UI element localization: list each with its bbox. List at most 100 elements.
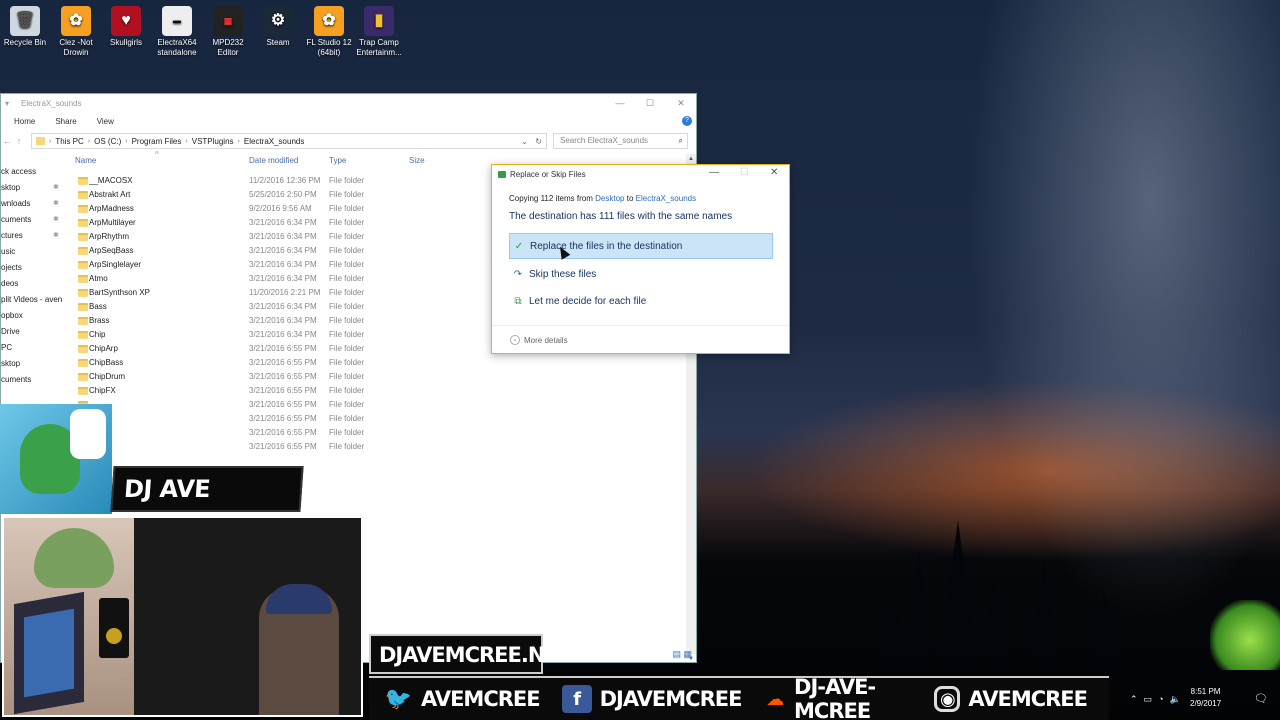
- breadcrumb-os-c[interactable]: OS (C:): [94, 137, 121, 146]
- maximize-button[interactable]: ☐: [635, 94, 665, 112]
- column-header-size[interactable]: Size: [409, 156, 425, 165]
- close-button[interactable]: ✕: [770, 167, 778, 178]
- file-row[interactable]: ChipArp 3/21/2016 6:55 PM File folder: [75, 342, 475, 356]
- nav-item[interactable]: cuments: [1, 372, 63, 388]
- nav-item[interactable]: sktop: [1, 356, 63, 372]
- file-row[interactable]: Chip 3/21/2016 6:34 PM File folder: [75, 328, 475, 342]
- scroll-up-icon[interactable]: ▲: [686, 154, 696, 164]
- file-row[interactable]: ArpSeqBass 3/21/2016 6:34 PM File folder: [75, 244, 475, 258]
- breadcrumb-program-files[interactable]: Program Files: [132, 137, 182, 146]
- file-date: 3/21/2016 6:55 PM: [249, 344, 317, 353]
- nav-item-label: cuments: [1, 215, 32, 224]
- file-name: ArpRhythm: [89, 232, 130, 241]
- breadcrumb-this-pc[interactable]: This PC: [55, 137, 83, 146]
- file-row[interactable]: ArpSinglelayer 3/21/2016 6:34 PM File fold…: [75, 258, 475, 272]
- file-row[interactable]: Abstrakt Art 5/25/2016 2:50 PM File folder: [75, 188, 475, 202]
- desktop-icon-skullgirls[interactable]: ♥ Skullgirls: [101, 6, 151, 48]
- column-header-type[interactable]: Type: [329, 156, 346, 165]
- wifi-icon[interactable]: ◔: [1158, 694, 1163, 705]
- more-details-button[interactable]: ⌄ More details: [510, 335, 568, 345]
- desktop-icon-trap-camp[interactable]: ▮ Trap Camp Entertainm...: [354, 6, 404, 58]
- clock[interactable]: 8:51 PM 2/9/2017: [1190, 686, 1221, 710]
- destination-link[interactable]: ElectraX_sounds: [636, 194, 696, 203]
- file-row[interactable]: ArpRhythm 3/21/2016 6:34 PM File folder: [75, 230, 475, 244]
- skip-files-option[interactable]: ↷ Skip these files: [509, 261, 773, 287]
- pin-icon: ✱: [53, 184, 59, 191]
- address-bar[interactable]: › This PC › OS (C:) › Program Files › VS…: [31, 133, 547, 149]
- file-row[interactable]: 3/21/2016 6:55 PM File folder: [75, 398, 475, 412]
- details-view-icon[interactable]: ▤: [672, 649, 681, 659]
- refresh-icon[interactable]: ↻: [535, 137, 542, 146]
- file-row[interactable]: __MACOSX 11/2/2016 12:36 PM File folder: [75, 174, 475, 188]
- tree-silhouette: [905, 550, 933, 660]
- help-icon[interactable]: ?: [682, 116, 692, 126]
- file-row[interactable]: Atmo 3/21/2016 6:34 PM File folder: [75, 272, 475, 286]
- file-date: 3/21/2016 6:55 PM: [249, 400, 317, 409]
- decide-each-file-option[interactable]: ⧉ Let me decide for each file: [509, 288, 773, 314]
- nav-item[interactable]: deos: [1, 276, 63, 292]
- replace-files-option[interactable]: ✓ Replace the files in the destination: [509, 233, 773, 259]
- minimize-button[interactable]: —: [709, 167, 719, 178]
- search-input[interactable]: Search ElectraX_sounds ⌕: [553, 133, 688, 149]
- file-row[interactable]: ChipBass 3/21/2016 6:55 PM File folder: [75, 356, 475, 370]
- social-handle: AVEMCREE: [421, 687, 541, 711]
- desktop-icon-clez[interactable]: ✿ Clez -Not Drowin: [51, 6, 101, 58]
- desktop-icon-recycle-bin[interactable]: 🗑 Recycle Bin: [0, 6, 50, 48]
- maximize-button: ☐: [740, 167, 749, 178]
- replace-or-skip-dialog[interactable]: Replace or Skip Files — ☐ ✕ Copying 112 …: [491, 164, 790, 354]
- file-row[interactable]: ArpMultilayer 3/21/2016 6:34 PM File folde…: [75, 216, 475, 230]
- chevron-down-icon[interactable]: ⌄: [521, 137, 528, 146]
- file-row[interactable]: ArpMadness 9/2/2016 9:56 AM File folder: [75, 202, 475, 216]
- nav-item[interactable]: plit Videos - aven: [1, 292, 63, 308]
- nav-item[interactable]: PC: [1, 340, 63, 356]
- close-button[interactable]: ✕: [666, 94, 696, 112]
- desktop-icon-fl-studio[interactable]: ✿ FL Studio 12 (64bit): [304, 6, 354, 58]
- pin-icon: ✱: [53, 232, 59, 239]
- nav-item[interactable]: ojects: [1, 260, 63, 276]
- nav-item[interactable]: sktop ✱: [1, 180, 63, 196]
- up-arrow-icon[interactable]: ↑: [13, 136, 25, 146]
- file-row[interactable]: Bass 3/21/2016 6:34 PM File folder: [75, 300, 475, 314]
- minimize-button[interactable]: —: [605, 94, 635, 112]
- nav-item[interactable]: usic: [1, 244, 63, 260]
- nav-item[interactable]: opbox: [1, 308, 63, 324]
- file-row[interactable]: 3/21/2016 6:55 PM File folder: [75, 440, 475, 454]
- tab-view[interactable]: View: [87, 117, 124, 126]
- nav-item[interactable]: ck access: [1, 164, 63, 180]
- nav-item-label: plit Videos - aven: [1, 295, 63, 304]
- desktop-icon-steam[interactable]: ⚙ Steam: [253, 6, 303, 48]
- file-date: 3/21/2016 6:55 PM: [249, 358, 317, 367]
- source-link[interactable]: Desktop: [595, 194, 624, 203]
- tab-share[interactable]: Share: [45, 117, 86, 126]
- explorer-titlebar[interactable]: ▾ ElectraX_sounds: [1, 94, 696, 112]
- large-icons-view-icon[interactable]: ▦: [683, 649, 692, 659]
- network-icon[interactable]: ▭: [1144, 694, 1153, 705]
- column-header-name[interactable]: Name: [75, 156, 96, 165]
- to-word: to: [626, 194, 634, 203]
- file-row[interactable]: 3/21/2016 6:55 PM File folder: [75, 412, 475, 426]
- back-arrow-icon[interactable]: ←: [1, 136, 13, 146]
- quick-access-toolbar-icon[interactable]: ▾: [5, 99, 9, 108]
- desktop-icon-electrax[interactable]: ▬ ElectraX64 standalone: [152, 6, 202, 58]
- file-row[interactable]: ChipDrum 3/21/2016 6:55 PM File folder: [75, 370, 475, 384]
- chevron-up-icon[interactable]: ⌃: [1130, 694, 1138, 705]
- tab-home[interactable]: Home: [4, 117, 45, 126]
- nav-item[interactable]: cuments ✱: [1, 212, 63, 228]
- file-row[interactable]: Brass 3/21/2016 6:34 PM File folder: [75, 314, 475, 328]
- volume-icon[interactable]: 🔈: [1170, 694, 1181, 705]
- chevron-right-icon: ›: [237, 137, 240, 145]
- notification-icon[interactable]: 🗨: [1254, 692, 1268, 705]
- file-row[interactable]: ChipFX 3/21/2016 6:55 PM File folder: [75, 384, 475, 398]
- column-header-date[interactable]: Date modified: [249, 156, 298, 165]
- breadcrumb-electrax-sounds[interactable]: ElectraX_sounds: [244, 137, 304, 146]
- nav-item[interactable]: ctures ✱: [1, 228, 63, 244]
- desktop-icon-mpd232[interactable]: ▦ MPD232 Editor: [203, 6, 253, 58]
- nav-item-label: sktop: [1, 359, 21, 368]
- file-row[interactable]: BartSynthson XP 11/20/2016 2:21 PM File fo…: [75, 286, 475, 300]
- nav-item[interactable]: Drive: [1, 324, 63, 340]
- breadcrumb-vstplugins[interactable]: VSTPlugins: [192, 137, 234, 146]
- file-date: 3/21/2016 6:55 PM: [249, 442, 317, 451]
- file-row[interactable]: 3/21/2016 6:55 PM File folder: [75, 426, 475, 440]
- view-toggle[interactable]: ▤ ▦: [672, 649, 692, 660]
- nav-item[interactable]: wnloads ✱: [1, 196, 63, 212]
